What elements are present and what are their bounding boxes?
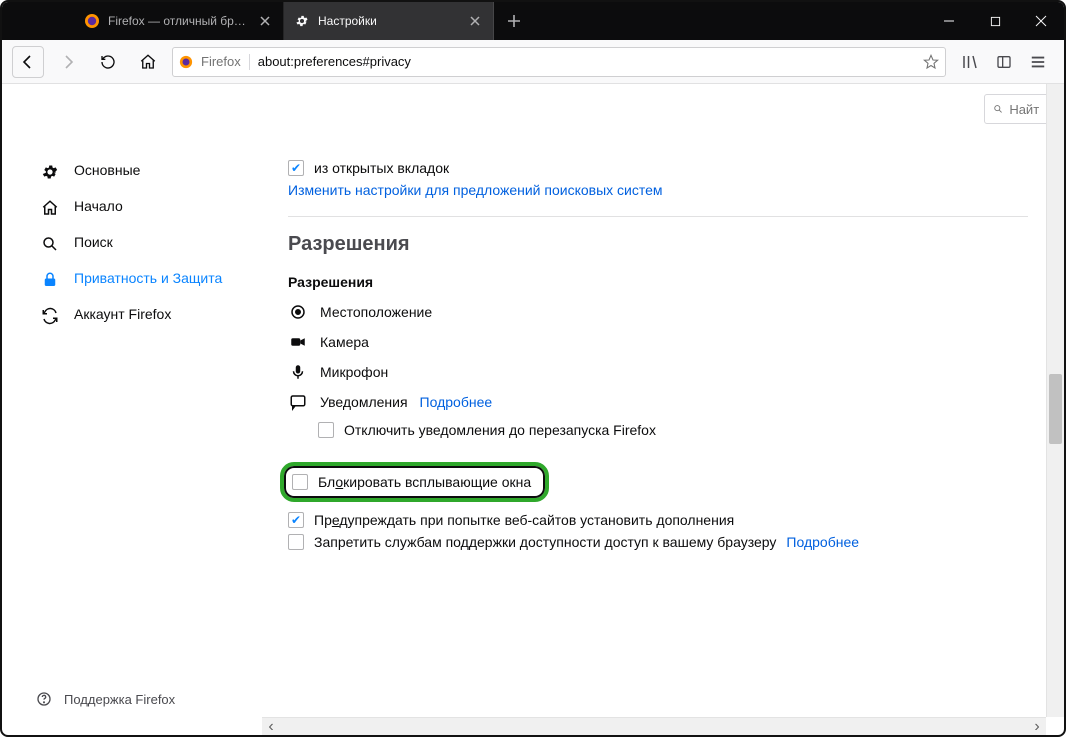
permission-label: Камера: [320, 334, 369, 350]
horizontal-scrollbar[interactable]: ‹ ›: [262, 717, 1046, 735]
block-popups-row[interactable]: Блокировать всплывающие окна: [280, 462, 549, 502]
scroll-left-icon[interactable]: ‹: [262, 718, 280, 736]
sync-icon: [40, 306, 60, 326]
sidebar-item-label: Начало: [74, 198, 123, 214]
sidebar-support-link[interactable]: Поддержка Firefox: [36, 677, 262, 735]
checkbox-label: Предупреждать при попытке веб-сайтов уст…: [314, 512, 734, 528]
checkbox-label: Отключить уведомления до перезапуска Fir…: [344, 422, 656, 438]
library-button[interactable]: [954, 46, 986, 78]
firefox-icon: [84, 13, 100, 29]
sidebar-item-label: Основные: [74, 162, 140, 178]
scroll-right-icon[interactable]: ›: [1028, 718, 1046, 736]
preferences-sidebar: Основные Начало Поиск Приватность и Защи…: [2, 84, 262, 735]
maximize-button[interactable]: [972, 2, 1018, 40]
main: из открытых вкладок Изменить настройки д…: [262, 84, 1064, 735]
minimize-button[interactable]: [926, 2, 972, 40]
sidebar-button[interactable]: [988, 46, 1020, 78]
warn-addon-install-row[interactable]: Предупреждать при попытке веб-сайтов уст…: [288, 512, 1028, 528]
search-icon: [993, 102, 1003, 116]
location-icon: [288, 302, 308, 322]
permission-label: Микрофон: [320, 364, 388, 380]
urlbar[interactable]: Firefox about:preferences#privacy: [172, 47, 946, 77]
checkbox-unchecked-icon[interactable]: [292, 474, 308, 490]
gear-icon: [294, 13, 310, 29]
sidebar-item-sync[interactable]: Аккаунт Firefox: [16, 298, 262, 334]
checkbox-label: Запретить службам поддержки доступности …: [314, 534, 776, 550]
url-origin: Firefox: [201, 54, 241, 69]
permission-notifications: Уведомления Подробнее: [288, 392, 1028, 412]
sidebar-item-label: Приватность и Защита: [74, 270, 222, 288]
checkbox-checked-icon[interactable]: [288, 160, 304, 176]
checkbox-label: Блокировать всплывающие окна: [318, 474, 531, 490]
sidebar-footer-label: Поддержка Firefox: [64, 692, 175, 707]
permissions-subheading: Разрешения: [288, 274, 1028, 290]
firefox-icon: [179, 55, 195, 69]
new-tab-button[interactable]: [494, 2, 534, 40]
sidebar-item-general[interactable]: Основные: [16, 154, 262, 190]
scrollbar-track[interactable]: [280, 718, 1028, 735]
sidebar-item-label: Аккаунт Firefox: [74, 306, 171, 322]
lock-icon: [40, 270, 60, 290]
window-controls: [926, 2, 1064, 40]
deny-accessibility-row[interactable]: Запретить службам поддержки доступности …: [288, 534, 1028, 550]
sidebar-item-label: Поиск: [74, 234, 113, 250]
menu-button[interactable]: [1022, 46, 1054, 78]
permission-location: Местоположение: [288, 302, 1028, 322]
close-window-button[interactable]: [1018, 2, 1064, 40]
reload-button[interactable]: [92, 46, 124, 78]
camera-icon: [288, 332, 308, 352]
permissions-heading: Разрешения: [288, 233, 1028, 256]
section-divider: [288, 216, 1028, 217]
microphone-icon: [288, 362, 308, 382]
tab-settings[interactable]: Настройки: [284, 2, 494, 40]
checkbox-checked-icon[interactable]: [288, 512, 304, 528]
sidebar-item-search[interactable]: Поиск: [16, 226, 262, 262]
permission-label: Местоположение: [320, 304, 432, 320]
gear-icon: [40, 162, 60, 182]
vertical-scrollbar[interactable]: [1046, 84, 1064, 717]
forward-button[interactable]: [52, 46, 84, 78]
tab-label: Firefox — отличный браузер д: [108, 14, 251, 28]
checkbox-unchecked-icon[interactable]: [288, 534, 304, 550]
tab-firefox-home[interactable]: Firefox — отличный браузер д: [74, 2, 284, 40]
tabs: Firefox — отличный браузер д Настройки: [74, 2, 494, 40]
home-icon: [40, 198, 60, 218]
sidebar-item-privacy[interactable]: Приватность и Защита: [16, 262, 262, 298]
toolbar: Firefox about:preferences#privacy: [2, 40, 1064, 84]
bookmark-star-icon[interactable]: [923, 54, 939, 70]
content: Основные Начало Поиск Приватность и Защи…: [2, 84, 1064, 735]
tab-label: Настройки: [318, 14, 461, 28]
search-icon: [40, 234, 60, 254]
titlebar: Firefox — отличный браузер д Настройки: [2, 2, 1064, 40]
permission-microphone: Микрофон: [288, 362, 1028, 382]
open-tabs-checkbox-row[interactable]: из открытых вкладок: [288, 160, 1028, 176]
notifications-learn-more-link[interactable]: Подробнее: [420, 394, 493, 410]
help-icon: [36, 691, 52, 707]
checkbox-label: из открытых вкладок: [314, 160, 449, 176]
close-icon[interactable]: [257, 13, 273, 29]
permission-camera: Камера: [288, 332, 1028, 352]
sidebar-item-home[interactable]: Начало: [16, 190, 262, 226]
url-text: about:preferences#privacy: [258, 54, 917, 69]
accessibility-learn-more-link[interactable]: Подробнее: [786, 534, 859, 550]
close-icon[interactable]: [467, 13, 483, 29]
checkbox-unchecked-icon[interactable]: [318, 422, 334, 438]
home-button[interactable]: [132, 46, 164, 78]
permission-label: Уведомления: [320, 394, 408, 410]
change-search-settings-link[interactable]: Изменить настройки для предложений поиск…: [288, 182, 663, 198]
scrollbar-thumb[interactable]: [1049, 374, 1062, 444]
back-button[interactable]: [12, 46, 44, 78]
notifications-icon: [288, 392, 308, 412]
disable-notifications-row[interactable]: Отключить уведомления до перезапуска Fir…: [318, 422, 1028, 438]
